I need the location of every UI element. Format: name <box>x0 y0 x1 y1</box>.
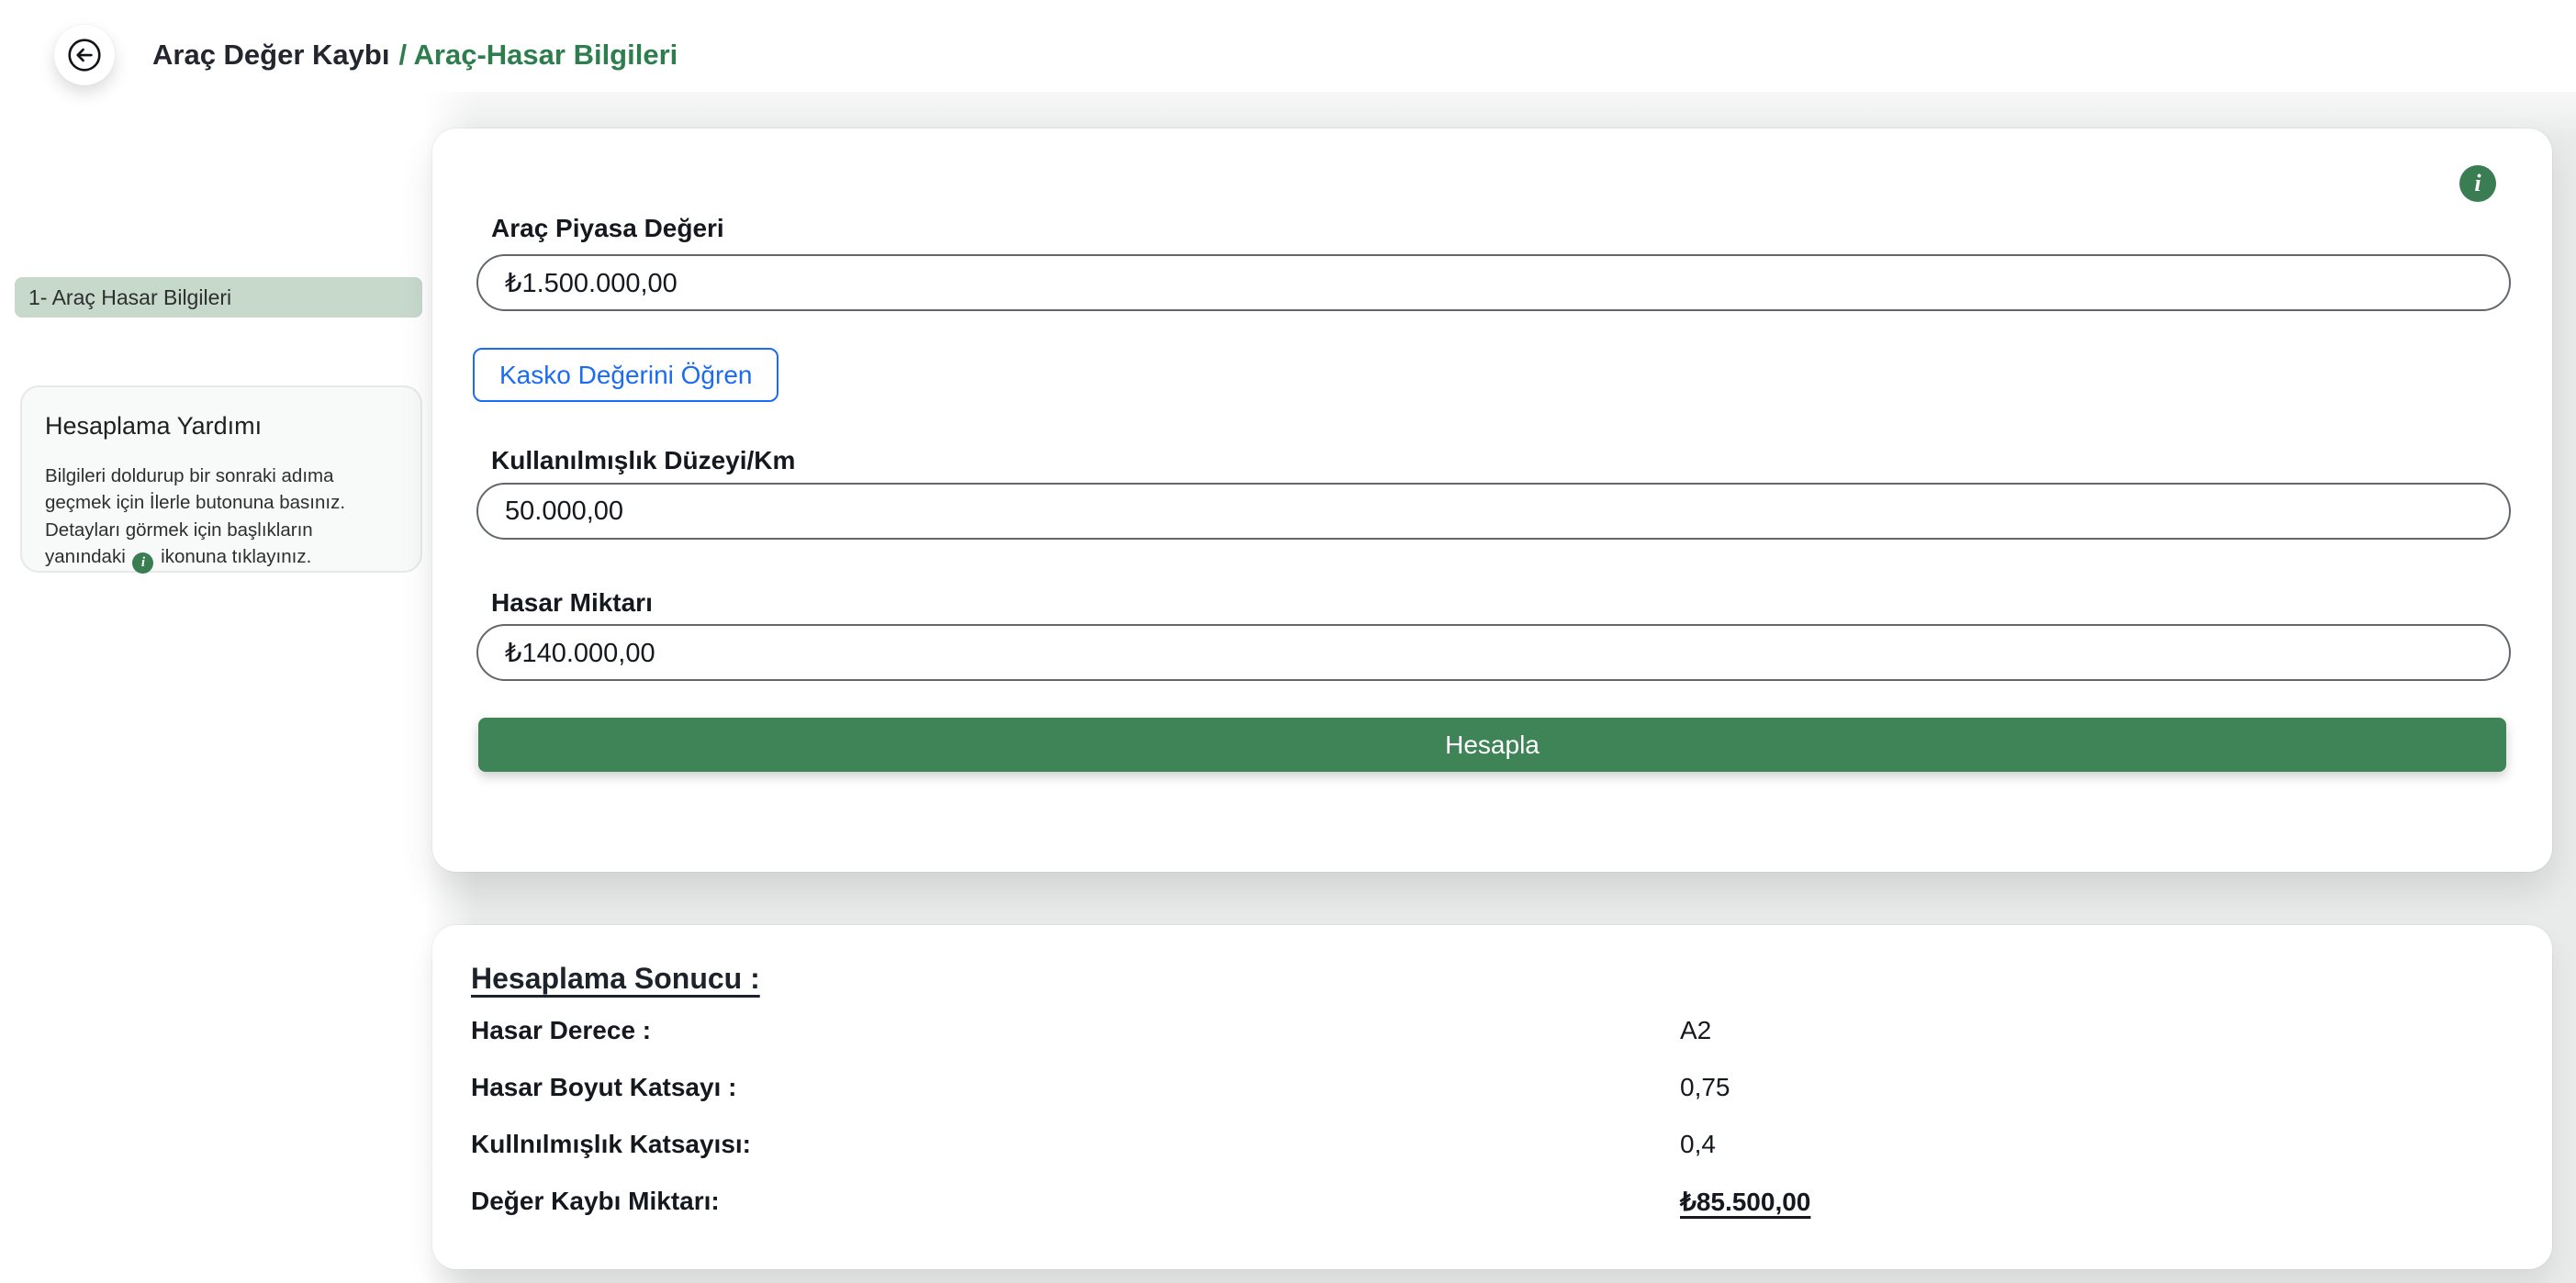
result-row-kullanilmislik-katsayisi: Kullnılmışlık Katsayısı: 0,4 <box>471 1130 2514 1163</box>
results-title: Hesaplama Sonucu : <box>471 962 760 996</box>
info-icon-button[interactable]: i <box>2459 165 2496 202</box>
result-row-hasar-derece: Hasar Derece : A2 <box>471 1016 2514 1049</box>
result-value: 0,75 <box>1680 1073 1730 1102</box>
result-label: Değer Kaybı Miktarı: <box>471 1187 720 1215</box>
page-title: Araç Değer Kaybı / Araç-Hasar Bilgileri <box>152 39 678 72</box>
hesapla-button[interactable]: Hesapla <box>478 718 2506 772</box>
sidebar-step-item[interactable]: 1- Araç Hasar Bilgileri <box>15 277 422 318</box>
result-label: Kullnılmışlık Katsayısı: <box>471 1130 751 1158</box>
help-card: Hesaplama Yardımı Bilgileri doldurup bir… <box>20 385 422 573</box>
sidebar-step-label: 1- Araç Hasar Bilgileri <box>28 285 231 310</box>
kullanilmislik-duzeyi-input[interactable] <box>476 483 2511 540</box>
result-label: Hasar Boyut Katsayı : <box>471 1073 736 1101</box>
help-card-text: Bilgileri doldurup bir sonraki adıma geç… <box>45 463 398 574</box>
result-value: ₺85.500,00 <box>1680 1187 1810 1217</box>
result-row-deger-kaybi-miktari: Değer Kaybı Miktarı: ₺85.500,00 <box>471 1187 2514 1220</box>
field-label-arac-piyasa-degeri: Araç Piyasa Değeri <box>491 214 724 243</box>
arac-piyasa-degeri-input[interactable] <box>476 254 2511 311</box>
arrow-left-circle-icon <box>65 36 104 74</box>
form-card: i Araç Piyasa Değeri Kasko Değerini Öğre… <box>432 128 2552 872</box>
kasko-degerini-ogren-button[interactable]: Kasko Değerini Öğren <box>473 348 778 402</box>
field-label-hasar-miktari: Hasar Miktarı <box>491 588 653 618</box>
hasar-miktari-input[interactable] <box>476 624 2511 681</box>
result-value: 0,4 <box>1680 1130 1716 1159</box>
result-value: A2 <box>1680 1016 1711 1045</box>
help-card-title: Hesaplama Yardımı <box>45 412 398 441</box>
result-label: Hasar Derece : <box>471 1016 651 1044</box>
info-icon: i <box>132 552 153 574</box>
results-card: Hesaplama Sonucu : Hasar Derece : A2 Has… <box>432 925 2552 1269</box>
result-row-hasar-boyut-katsayi: Hasar Boyut Katsayı : 0,75 <box>471 1073 2514 1106</box>
field-label-kullanilmislik-duzeyi: Kullanılmışlık Düzeyi/Km <box>491 446 795 475</box>
breadcrumb-current: / Araç-Hasar Bilgileri <box>398 39 678 71</box>
page-title-main: Araç Değer Kaybı <box>152 39 389 71</box>
back-button[interactable] <box>54 25 115 85</box>
